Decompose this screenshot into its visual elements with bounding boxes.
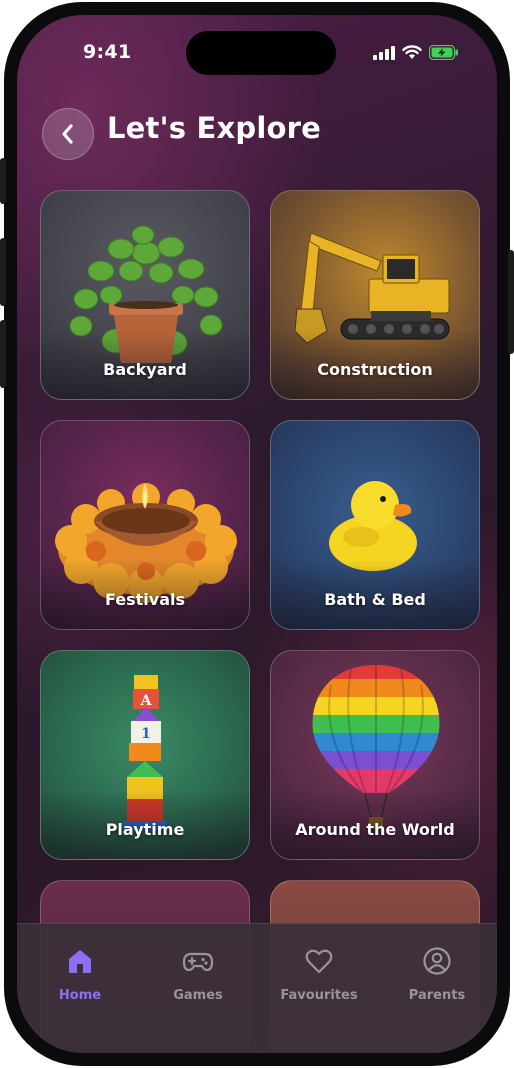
volume-down-button <box>0 320 6 388</box>
phone-frame: 9:41 Let's Explore Backyard Construction… <box>0 2 514 1066</box>
tab-label: Home <box>58 988 102 1003</box>
category-card-backyard[interactable]: Backyard <box>40 190 250 400</box>
category-card-around-the-world[interactable]: Around the World <box>270 650 480 860</box>
tab-label: Favourites <box>280 988 358 1003</box>
app-screen: 9:41 Let's Explore Backyard Construction… <box>17 15 497 1053</box>
category-card-bath-and-bed[interactable]: Bath & Bed <box>270 420 480 630</box>
cellular-signal-icon <box>373 45 395 60</box>
action-button <box>0 158 6 204</box>
tab-home[interactable]: Home <box>25 946 135 1003</box>
svg-text:1: 1 <box>141 726 151 742</box>
bottom-tab-bar: Home Games Favourites Parents <box>17 923 497 1053</box>
page-title: Let's Explore <box>107 111 321 145</box>
home-icon <box>69 950 91 973</box>
tab-parents[interactable]: Parents <box>382 946 492 1003</box>
category-label: Festivals <box>104 590 186 609</box>
category-card-playtime[interactable]: A 1 Playtime <box>40 650 250 860</box>
dynamic-island <box>186 31 336 75</box>
svg-text:A: A <box>140 693 153 709</box>
volume-up-button <box>0 238 6 306</box>
user-circle-icon <box>423 947 451 975</box>
chevron-left-icon <box>62 124 73 144</box>
tab-label: Parents <box>408 988 466 1003</box>
tab-games[interactable]: Games <box>143 946 253 1003</box>
category-label: Around the World <box>295 820 455 839</box>
wifi-icon <box>402 45 422 59</box>
gamepad-icon <box>182 952 214 972</box>
status-time: 9:41 <box>83 41 132 63</box>
heart-icon <box>305 949 333 974</box>
back-button[interactable] <box>42 108 94 160</box>
category-card-construction[interactable]: Construction <box>270 190 480 400</box>
category-label: Bath & Bed <box>324 590 426 609</box>
category-card-festivals[interactable]: Festivals <box>40 420 250 630</box>
power-button <box>508 250 514 354</box>
tab-label: Games <box>173 988 223 1003</box>
category-label: Playtime <box>105 820 185 839</box>
category-label: Backyard <box>103 360 187 379</box>
home-indicator <box>190 1040 324 1045</box>
status-icons <box>373 45 459 60</box>
tab-favourites[interactable]: Favourites <box>264 946 374 1003</box>
battery-charging-icon <box>429 45 458 60</box>
category-label: Construction <box>317 360 433 379</box>
